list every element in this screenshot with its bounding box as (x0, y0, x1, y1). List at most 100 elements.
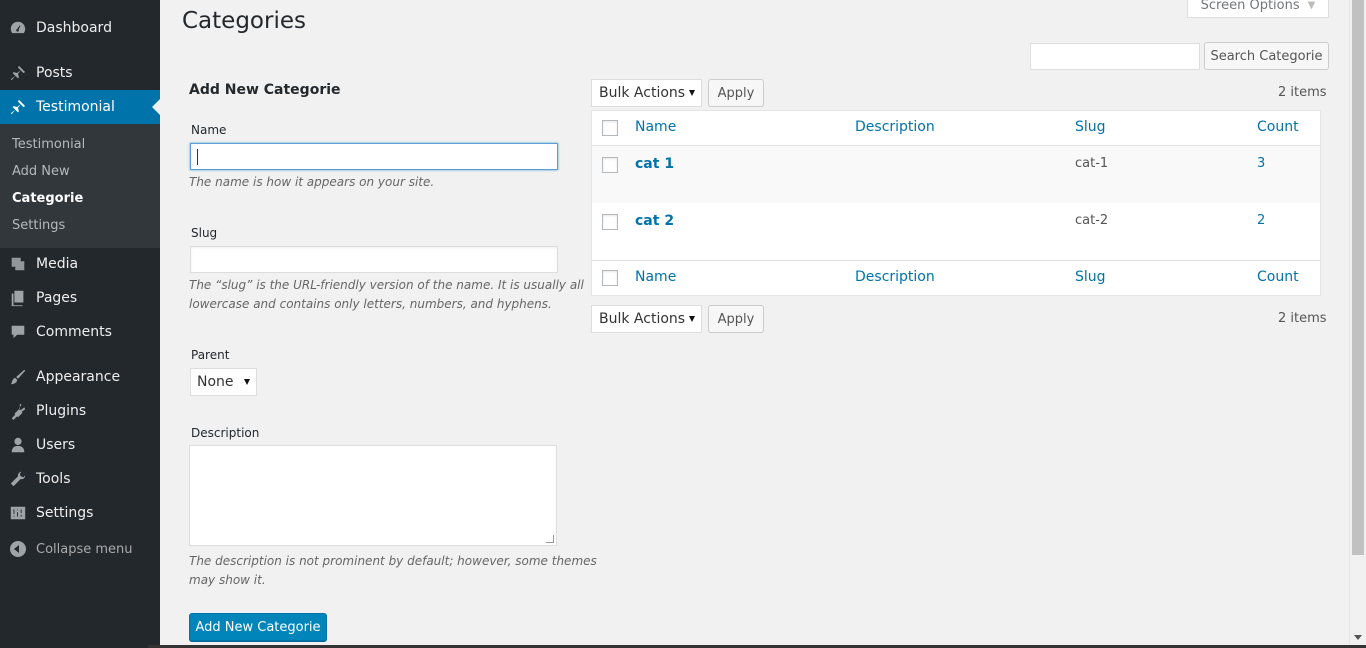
column-name-footer[interactable]: Name (635, 269, 676, 285)
row-count-link[interactable]: 2 (1257, 213, 1265, 228)
column-name-header[interactable]: Name (635, 119, 676, 135)
select-all-checkbox[interactable] (602, 120, 618, 136)
description-hint-line-2: may show it. (189, 573, 266, 587)
column-slug-footer[interactable]: Slug (1075, 269, 1106, 285)
items-count-top: 2 items (1278, 85, 1327, 100)
screen-options-label: Screen Options (1200, 0, 1300, 13)
pin-icon (0, 64, 36, 82)
menu-testimonial-label: Testimonial (36, 99, 115, 115)
bulk-actions-select-bottom[interactable]: Bulk Actions (591, 305, 702, 333)
menu-appearance[interactable]: Appearance (0, 360, 160, 394)
menu-pages[interactable]: Pages (0, 281, 160, 315)
testimonial-submenu: Testimonial Add New Categorie Settings (0, 124, 160, 248)
scroll-down-arrow-icon[interactable] (1354, 635, 1362, 640)
menu-media-label: Media (36, 256, 79, 272)
row-slug: cat-2 (1075, 213, 1109, 228)
collapse-menu-button[interactable]: Collapse menu (0, 536, 160, 562)
admin-sidebar: Dashboard Posts Testimonial Testimonial … (0, 0, 160, 648)
brush-icon (0, 368, 36, 386)
menu-testimonial[interactable]: Testimonial (0, 90, 160, 124)
items-count-bottom: 2 items (1278, 311, 1327, 326)
table-header-row: Name Description Slug Count (592, 111, 1320, 146)
row-checkbox[interactable] (602, 214, 618, 230)
name-hint: The name is how it appears on your site. (189, 175, 435, 189)
row-name-link[interactable]: cat 1 (635, 156, 674, 172)
menu-plugins-label: Plugins (36, 403, 87, 419)
user-icon (0, 436, 36, 454)
menu-pages-label: Pages (36, 290, 78, 306)
bulk-actions-value: Bulk Actions (599, 311, 686, 327)
menu-comments[interactable]: Comments (0, 315, 160, 349)
plug-icon (0, 402, 36, 420)
slug-hint-line-2: lowercase and contains only letters, num… (189, 297, 552, 311)
bulk-actions-value: Bulk Actions (599, 85, 686, 101)
submenu-settings[interactable]: Settings (12, 218, 65, 233)
menu-posts[interactable]: Posts (0, 56, 160, 90)
search-categorie-button[interactable]: Search Categorie (1204, 42, 1329, 70)
bulk-actions-select-top[interactable]: Bulk Actions (591, 79, 702, 107)
search-input[interactable] (1030, 43, 1200, 70)
row-name-link[interactable]: cat 2 (635, 213, 674, 229)
pin-icon (0, 98, 36, 116)
description-textarea[interactable] (189, 445, 557, 546)
table-row: cat 1 cat-1 3 (592, 146, 1320, 203)
submenu-testimonial[interactable]: Testimonial (12, 137, 85, 152)
menu-comments-label: Comments (36, 324, 112, 340)
name-input[interactable] (190, 143, 558, 170)
page-title: Categories (182, 8, 306, 34)
table-footer-row: Name Description Slug Count (592, 260, 1320, 295)
triangle-down-icon: ▼ (1307, 0, 1316, 11)
dropdown-arrow-icon (244, 379, 250, 385)
menu-plugins[interactable]: Plugins (0, 394, 160, 428)
row-checkbox[interactable] (602, 157, 618, 173)
resize-handle-icon[interactable] (546, 535, 554, 543)
table-row: cat 2 cat-2 2 (592, 203, 1320, 260)
apply-button-top[interactable]: Apply (708, 79, 764, 107)
collapse-arrow-icon (0, 541, 36, 557)
menu-tools[interactable]: Tools (0, 462, 160, 496)
page-scrollbar[interactable] (1349, 0, 1366, 648)
menu-dashboard-label: Dashboard (36, 20, 112, 36)
slug-hint-line-1: The “slug” is the URL-friendly version o… (189, 278, 584, 292)
select-all-checkbox[interactable] (602, 270, 618, 286)
column-count-footer[interactable]: Count (1257, 269, 1299, 285)
menu-media[interactable]: Media (0, 247, 160, 281)
row-slug: cat-1 (1075, 156, 1109, 171)
scrollbar-thumb[interactable] (1352, 0, 1364, 555)
row-count-link[interactable]: 3 (1257, 156, 1265, 171)
categories-table: Name Description Slug Count cat 1 cat-1 … (591, 110, 1321, 296)
wrench-icon (0, 470, 36, 488)
column-description-footer[interactable]: Description (855, 269, 935, 285)
menu-settings[interactable]: Settings (0, 496, 160, 530)
dashboard-icon (0, 19, 36, 37)
description-hint-line-1: The description is not prominent by defa… (189, 554, 597, 568)
menu-tools-label: Tools (36, 471, 71, 487)
screen-options-button[interactable]: Screen Options ▼ (1187, 0, 1329, 18)
column-description-header[interactable]: Description (855, 119, 935, 135)
slug-input[interactable] (190, 246, 558, 273)
pages-icon (0, 289, 36, 307)
name-label: Name (191, 123, 227, 137)
parent-label: Parent (191, 348, 230, 362)
collapse-menu-label: Collapse menu (36, 541, 133, 557)
column-slug-header[interactable]: Slug (1075, 119, 1106, 135)
menu-posts-label: Posts (36, 65, 73, 81)
dropdown-arrow-icon (689, 316, 695, 322)
comment-icon (0, 323, 36, 341)
submenu-categorie[interactable]: Categorie (12, 191, 83, 206)
menu-settings-label: Settings (36, 505, 94, 521)
apply-button-bottom[interactable]: Apply (708, 305, 764, 333)
menu-users-label: Users (36, 437, 76, 453)
menu-appearance-label: Appearance (36, 369, 121, 385)
parent-select[interactable]: None (190, 368, 257, 396)
column-count-header[interactable]: Count (1257, 119, 1299, 135)
parent-select-value: None (197, 374, 234, 390)
menu-dashboard[interactable]: Dashboard (0, 11, 160, 45)
add-new-categorie-button[interactable]: Add New Categorie (189, 613, 327, 641)
description-label: Description (191, 426, 260, 440)
submenu-add-new[interactable]: Add New (12, 164, 70, 179)
settings-sliders-icon (0, 504, 36, 522)
media-icon (0, 255, 36, 273)
menu-users[interactable]: Users (0, 428, 160, 462)
slug-label: Slug (191, 226, 218, 240)
